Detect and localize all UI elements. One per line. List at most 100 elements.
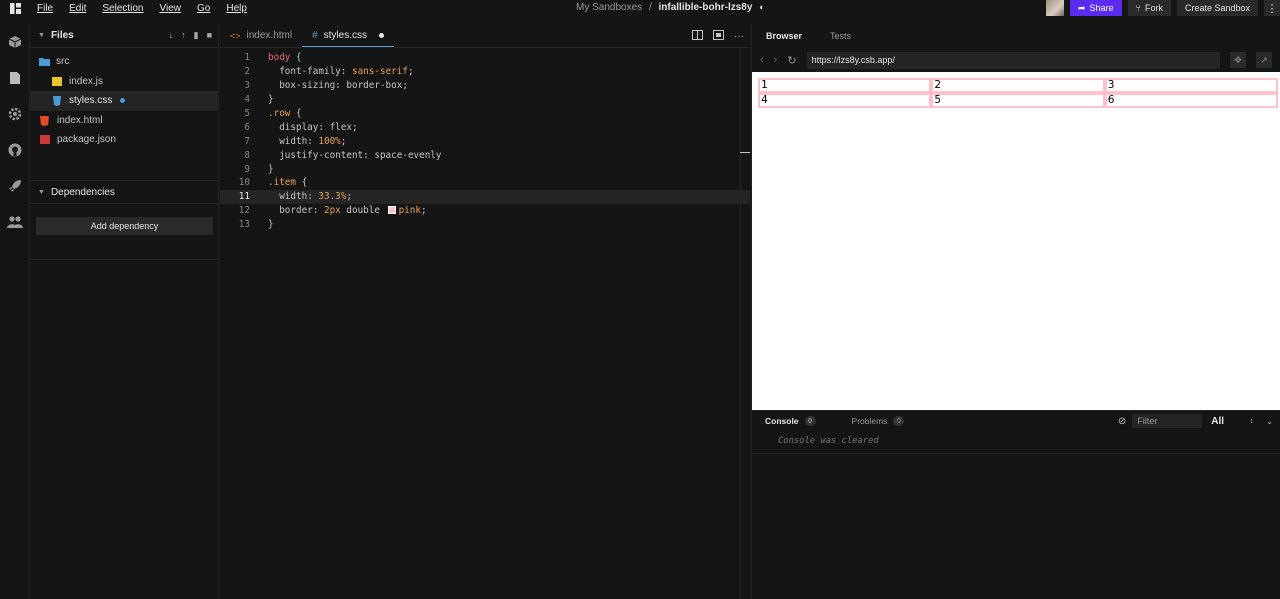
tree-item-src-folder[interactable]: src: [30, 52, 218, 72]
unsaved-dot-icon[interactable]: [379, 32, 384, 38]
unsaved-indicator: [120, 98, 126, 104]
tab-console[interactable]: Console 0: [765, 416, 816, 426]
header-actions: ➦ Share ⑂ Fork Create Sandbox ⋮: [1045, 0, 1280, 16]
css-file-icon: [52, 96, 62, 107]
color-swatch[interactable]: [387, 206, 396, 215]
more-icon[interactable]: ···: [734, 31, 744, 42]
css-property: width: [268, 191, 308, 203]
css-selector: body: [268, 52, 291, 64]
live-collaboration-icon[interactable]: [0, 204, 30, 240]
console-divider: [752, 453, 1280, 454]
tab-tests[interactable]: Tests: [816, 31, 865, 41]
log-level-select[interactable]: All ↕: [1208, 416, 1256, 427]
files-label: Files: [50, 30, 74, 41]
back-arrow-icon[interactable]: ‹: [760, 54, 764, 66]
tab-index-html[interactable]: <> index.html: [220, 24, 302, 47]
console-header: Console 0 Problems 0 ⊘ Filter All ↕ ⌄: [752, 411, 1280, 431]
code-editor: <> index.html # styles.css ··· 1 body { 2…: [220, 24, 750, 599]
line-number: 4: [244, 94, 250, 106]
preview-tabs: Browser Tests: [752, 24, 1280, 48]
fork-button[interactable]: ⑂ Fork: [1127, 0, 1171, 16]
files-section-header[interactable]: ▼ Files ↓ ↑ ▮ ■: [30, 24, 218, 48]
clear-console-icon[interactable]: ⊘: [1118, 416, 1126, 427]
new-folder-icon[interactable]: ■: [207, 30, 212, 41]
tab-browser[interactable]: Browser: [752, 31, 816, 41]
tree-item-styles-css[interactable]: styles.css: [30, 91, 218, 111]
css-punct: {: [290, 108, 302, 119]
create-sandbox-label: Create Sandbox: [1184, 3, 1250, 13]
forward-arrow-icon[interactable]: ›: [774, 54, 778, 66]
menu-edit[interactable]: Edit: [62, 3, 95, 14]
folder-open-icon: [39, 57, 50, 67]
line-number: 2: [244, 66, 250, 78]
css-property: font-family: [268, 66, 341, 78]
tree-item-index-html[interactable]: index.html: [30, 111, 218, 131]
tree-item-label: package.json: [57, 134, 116, 146]
deploy-rocket-icon[interactable]: [0, 168, 30, 204]
css-selector: .row: [268, 108, 291, 119]
code-line: 1 body {: [220, 51, 750, 65]
project-info-icon[interactable]: [0, 24, 30, 60]
flex-item: 6: [1104, 93, 1278, 108]
code-lines[interactable]: 1 body { 2 font-family: sans-serif; 3 box…: [220, 48, 750, 232]
log-level-value: All: [1211, 415, 1225, 427]
tree-item-index-js[interactable]: index.js: [30, 72, 218, 92]
filter-input[interactable]: Filter: [1132, 414, 1203, 428]
menu-file[interactable]: File: [30, 3, 62, 14]
menu-help[interactable]: Help: [219, 3, 256, 14]
globe-icon[interactable]: ◐: [759, 2, 764, 12]
file-explorer-icon[interactable]: [0, 60, 30, 96]
dependencies-section-header[interactable]: ▼ Dependencies: [30, 180, 219, 204]
css-value: 100%: [318, 135, 341, 147]
line-number: 12: [238, 205, 250, 217]
chevron-down-icon[interactable]: ⌄: [1266, 417, 1273, 426]
preview-toggle-icon[interactable]: [713, 29, 724, 43]
add-dependency-button[interactable]: Add dependency: [36, 217, 213, 235]
console-count-badge: 0: [804, 416, 816, 426]
tab-problems[interactable]: Problems 0: [852, 416, 905, 426]
breadcrumb: My Sandboxes / infallible-bohr-lzs8y ◐: [576, 2, 765, 13]
css-punct: {: [290, 52, 302, 64]
collapse-triangle-icon[interactable]: ▼: [38, 32, 45, 39]
avatar[interactable]: [1045, 0, 1064, 16]
html-tab-icon: <>: [230, 30, 241, 41]
settings-gear-icon[interactable]: [0, 96, 30, 132]
menu-selection[interactable]: Selection: [95, 3, 152, 14]
create-sandbox-button[interactable]: Create Sandbox: [1176, 0, 1258, 16]
code-line: 3 box-sizing: border-box;: [220, 79, 750, 93]
sandbox-name[interactable]: infallible-bohr-lzs8y: [659, 2, 753, 13]
more-options-button[interactable]: ⋮: [1264, 0, 1280, 16]
refresh-icon[interactable]: ↻: [787, 54, 796, 67]
url-input[interactable]: https://lzs8y.csb.app/: [806, 51, 1220, 69]
code-line: 9}: [220, 162, 750, 176]
overview-ruler-mark: [740, 152, 750, 153]
code-line: 4}: [220, 93, 750, 107]
tree-item-package-json[interactable]: package.json: [30, 130, 218, 150]
split-view-icon[interactable]: [692, 29, 703, 43]
menu-view[interactable]: View: [153, 3, 191, 14]
upload-icon[interactable]: ↑: [181, 30, 186, 41]
share-icon: ➦: [1077, 2, 1086, 13]
tree-item-label: index.js: [69, 75, 103, 87]
open-new-window-icon[interactable]: ↗: [1256, 52, 1272, 68]
github-icon[interactable]: [0, 132, 30, 168]
line-number: 9: [244, 163, 250, 175]
collapse-triangle-icon[interactable]: ▼: [38, 189, 45, 196]
codesandbox-logo-icon[interactable]: [0, 2, 30, 14]
share-button[interactable]: ➦ Share: [1069, 0, 1122, 16]
tree-item-label: index.html: [57, 114, 103, 126]
new-file-icon[interactable]: ▮: [194, 30, 199, 41]
console-panel: Console 0 Problems 0 ⊘ Filter All ↕ ⌄ Co…: [752, 410, 1280, 599]
console-message: Console was cleared: [778, 436, 879, 446]
code-line: 8 justify-content: space-evenly: [220, 148, 750, 162]
tab-styles-css[interactable]: # styles.css: [302, 24, 394, 47]
download-icon[interactable]: ↓: [169, 30, 174, 41]
preview-panel: Browser Tests ‹ › ↻ https://lzs8y.csb.ap…: [751, 24, 1280, 599]
line-number: 6: [244, 121, 250, 133]
responsive-view-icon[interactable]: ✥: [1230, 52, 1246, 68]
breadcrumb-parent[interactable]: My Sandboxes: [576, 2, 642, 13]
editor-scrollbar[interactable]: [740, 48, 750, 599]
line-number: 13: [238, 219, 250, 231]
line-number: 7: [244, 135, 250, 147]
menu-go[interactable]: Go: [190, 3, 219, 14]
